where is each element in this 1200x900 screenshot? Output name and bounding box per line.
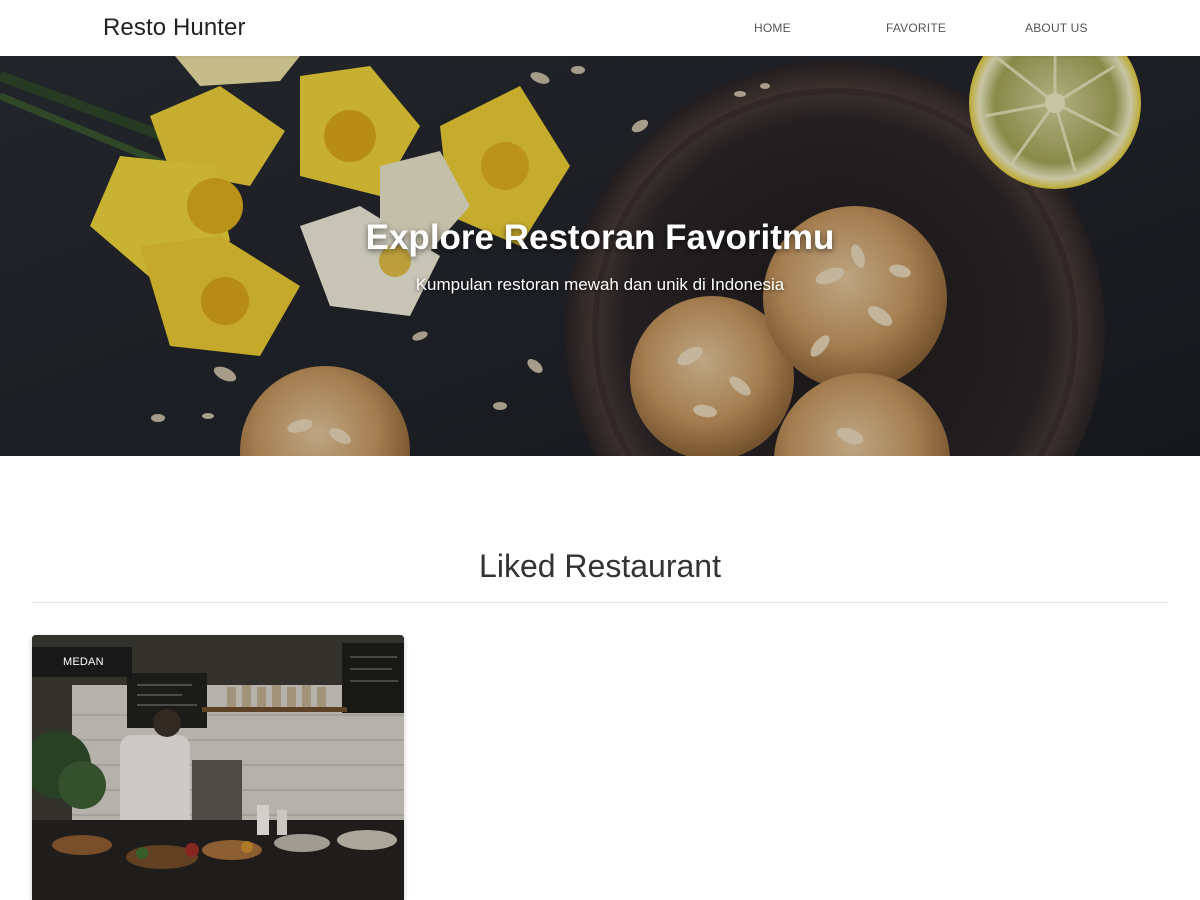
- main-nav: HOME FAVORITE ABOUT US: [0, 0, 1200, 56]
- restaurant-card[interactable]: MEDAN: [32, 635, 404, 900]
- app-bar: Resto Hunter HOME FAVORITE ABOUT US: [0, 0, 1200, 56]
- nav-about-link[interactable]: ABOUT US: [1025, 20, 1088, 36]
- hero-subtitle: Kumpulan restoran mewah dan unik di Indo…: [415, 275, 785, 294]
- section-divider: [32, 602, 1168, 603]
- section-title: Liked Restaurant: [479, 548, 721, 584]
- hero-banner: Explore Restoran Favoritmu Kumpulan rest…: [0, 56, 1200, 456]
- city-badge: MEDAN: [32, 647, 132, 677]
- hero-title: Explore Restoran Favoritmu: [365, 218, 835, 257]
- nav-home-link[interactable]: HOME: [754, 20, 791, 36]
- nav-favorite-link[interactable]: FAVORITE: [886, 20, 946, 36]
